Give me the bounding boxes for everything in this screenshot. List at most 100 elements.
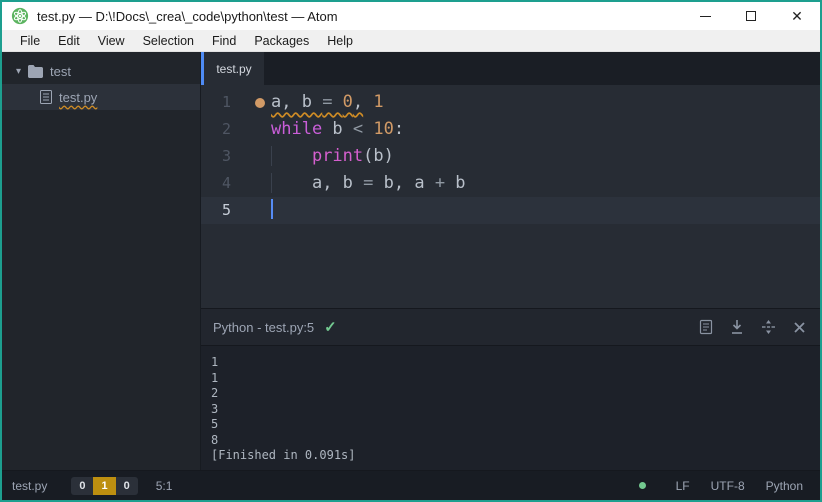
menu-file[interactable]: File	[11, 30, 49, 51]
tree-file-label: test.py	[59, 89, 98, 105]
console-line: 5	[211, 417, 219, 431]
token-num: 0	[342, 92, 353, 112]
editor-pane: test.py 1 a, b = 0, 1 2 while b < 10: 3 prin…	[200, 52, 820, 470]
token-op: <	[352, 119, 364, 139]
titlebar: test.py — D:\!Docs\_crea\_code\python\te…	[2, 2, 820, 30]
token-var: a, b	[311, 173, 364, 193]
token-var: b	[373, 146, 384, 166]
code-line[interactable]: 3 print(b)	[201, 143, 820, 170]
token-punc: (	[363, 146, 374, 166]
token-punc: )	[383, 146, 394, 166]
script-output-console[interactable]: 1 1 2 3 5 8 [Finished in 0.091s]	[201, 345, 820, 470]
statusbar-filename[interactable]: test.py	[12, 479, 47, 493]
token-var: a, b	[271, 92, 323, 112]
close-icon: ✕	[791, 8, 803, 24]
code-line[interactable]: 1 a, b = 0, 1	[201, 89, 820, 116]
bookmark-icon	[255, 97, 265, 108]
encoding-indicator[interactable]: UTF-8	[706, 479, 750, 493]
tree-folder-row[interactable]: ▾ test	[2, 58, 200, 84]
chevron-down-icon: ▾	[16, 65, 22, 77]
minimize-button[interactable]	[682, 2, 728, 30]
code-text	[251, 197, 273, 224]
console-line: [Finished in 0.091s]	[211, 448, 356, 462]
token-var	[363, 92, 373, 112]
menu-help[interactable]: Help	[318, 30, 362, 51]
menu-find[interactable]: Find	[203, 30, 245, 51]
console-line: 2	[211, 386, 219, 400]
console-line: 3	[211, 401, 219, 416]
close-button[interactable]: ✕	[774, 2, 820, 30]
token-var: b	[322, 119, 353, 139]
statusbar-right: LF UTF-8 Python	[638, 479, 808, 493]
line-number[interactable]: 5	[201, 197, 251, 224]
token-op: =	[322, 92, 343, 112]
token-var: b, a	[383, 173, 435, 193]
menu-view[interactable]: View	[89, 30, 134, 51]
close-panel-button[interactable]	[793, 321, 806, 334]
tree-file-row[interactable]: test.py	[2, 84, 200, 110]
token-var: ,	[352, 92, 364, 112]
token-var	[363, 119, 373, 139]
unfold-panel-button[interactable]	[761, 319, 776, 335]
line-number[interactable]: 4	[201, 170, 251, 197]
maximize-icon	[746, 11, 756, 21]
status-dot[interactable]	[638, 482, 646, 489]
code-text: a, b = b, a + b	[251, 170, 466, 197]
tab-label: test.py	[216, 61, 252, 76]
console-line: 1	[211, 355, 219, 369]
copy-output-button[interactable]	[699, 319, 713, 335]
token-var: b	[445, 173, 466, 193]
token-num: 10	[373, 119, 394, 139]
token-guide	[271, 146, 312, 166]
token-kw: while	[271, 119, 323, 139]
save-output-button[interactable]	[730, 319, 744, 335]
tab-testpy[interactable]: test.py	[201, 52, 264, 85]
tree-folder-label: test	[50, 63, 71, 79]
menubar: File Edit View Selection Find Packages Help	[2, 30, 820, 52]
token-punc: :	[393, 119, 405, 139]
line-number[interactable]: 2	[201, 116, 251, 143]
code-text: print(b)	[251, 143, 394, 170]
code-line[interactable]: 5	[201, 197, 820, 224]
success-check-icon: ✓	[324, 319, 337, 336]
linter-summary[interactable]: 0 1 0	[71, 476, 138, 495]
text-cursor	[271, 198, 273, 219]
grammar-indicator[interactable]: Python	[761, 479, 808, 493]
line-ending-indicator[interactable]: LF	[671, 479, 695, 493]
token-op: =	[363, 173, 384, 193]
script-panel-header: Python - test.py:5 ✓	[201, 308, 820, 345]
token-guide	[271, 173, 312, 193]
menu-selection[interactable]: Selection	[134, 30, 203, 51]
status-bar: test.py 0 1 0 5:1 LF UTF-8 Python	[2, 470, 820, 500]
script-panel-buttons	[699, 319, 806, 335]
linter-warnings-count: 1	[93, 476, 116, 495]
token-fn: print	[311, 146, 364, 166]
window-title: test.py — D:\!Docs\_crea\_code\python\te…	[37, 8, 338, 24]
atom-logo-icon	[11, 7, 29, 25]
code-text: while b < 10:	[251, 116, 404, 143]
console-line: 8	[211, 432, 219, 447]
main-area: ▾ test test.py test.py 1 a, b = 0, 1 2 whi	[2, 52, 820, 470]
line-number[interactable]: 3	[201, 143, 251, 170]
file-icon	[40, 90, 52, 104]
menu-packages[interactable]: Packages	[245, 30, 318, 51]
token-num: 1	[373, 92, 384, 112]
line-number[interactable]: 1	[201, 89, 251, 116]
code-editor[interactable]: 1 a, b = 0, 1 2 while b < 10: 3 print(b) 4 a,…	[201, 85, 820, 308]
linter-errors-count: 0	[71, 476, 94, 495]
minimize-icon	[699, 15, 711, 17]
menu-edit[interactable]: Edit	[49, 30, 89, 51]
maximize-button[interactable]	[728, 2, 774, 30]
script-panel-title: Python - test.py:5	[213, 319, 315, 335]
linter-info-count: 0	[115, 476, 138, 495]
tree-view: ▾ test test.py	[2, 52, 200, 470]
token-op: +	[434, 173, 446, 193]
tab-bar: test.py	[201, 52, 820, 85]
window-controls: ✕	[682, 2, 820, 30]
code-line[interactable]: 2 while b < 10:	[201, 116, 820, 143]
atom-window: test.py — D:\!Docs\_crea\_code\python\te…	[0, 0, 822, 502]
console-line: 1	[211, 370, 219, 385]
code-text: a, b = 0, 1	[251, 89, 384, 116]
code-line[interactable]: 4 a, b = b, a + b	[201, 170, 820, 197]
cursor-position[interactable]: 5:1	[156, 479, 173, 493]
